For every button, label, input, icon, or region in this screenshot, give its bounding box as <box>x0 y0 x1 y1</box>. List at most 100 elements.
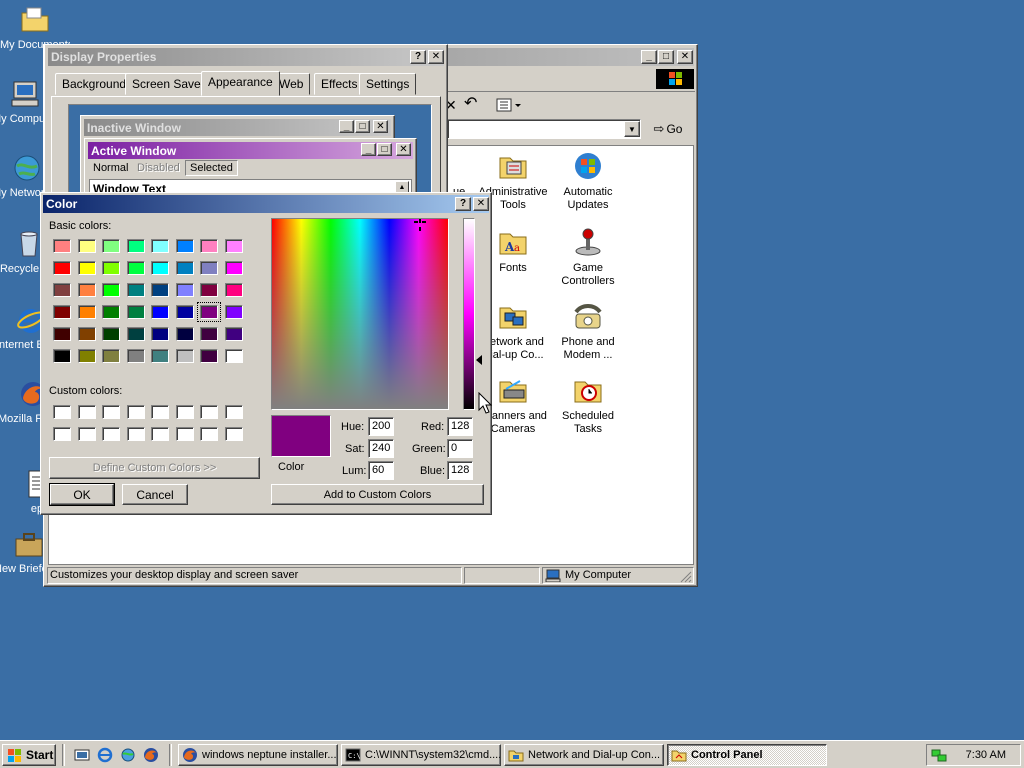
custom-color-swatch[interactable] <box>53 427 71 441</box>
close-button[interactable]: ✕ <box>428 50 444 64</box>
custom-color-swatch[interactable] <box>151 405 169 419</box>
basic-color-swatch[interactable] <box>175 349 194 363</box>
basic-color-swatch[interactable] <box>175 305 194 319</box>
basic-color-swatch[interactable] <box>151 261 169 275</box>
basic-color-swatch[interactable] <box>224 239 243 253</box>
custom-color-swatch[interactable] <box>53 405 71 419</box>
address-input[interactable] <box>447 119 641 139</box>
basic-color-swatch[interactable] <box>126 261 145 275</box>
task-button-cmd[interactable]: C:\ C:\WINNT\system32\cmd.... <box>341 744 501 766</box>
basic-color-swatch[interactable] <box>102 261 120 275</box>
display-properties-titlebar[interactable]: Display Properties <box>48 48 444 66</box>
basic-color-swatch[interactable] <box>126 239 145 253</box>
custom-color-swatch[interactable] <box>77 405 96 419</box>
basic-color-swatch[interactable] <box>126 349 145 363</box>
basic-color-swatch[interactable] <box>102 327 120 341</box>
add-to-custom-colors-button[interactable]: Add to Custom Colors <box>271 484 484 505</box>
custom-color-swatch[interactable] <box>224 427 243 441</box>
custom-color-swatch[interactable] <box>126 405 145 419</box>
green-input[interactable]: 0 <box>447 439 473 458</box>
basic-color-swatch[interactable] <box>151 327 169 341</box>
basic-color-swatch[interactable] <box>224 305 243 319</box>
sat-input[interactable]: 240 <box>368 439 394 458</box>
basic-color-swatch[interactable] <box>224 283 243 297</box>
luminance-slider-arrow-icon[interactable] <box>475 355 483 365</box>
basic-color-swatch[interactable] <box>126 305 145 319</box>
resize-grip-icon[interactable] <box>678 569 692 583</box>
custom-color-swatch[interactable] <box>77 427 96 441</box>
color-dialog[interactable]: Color ? ✕ Basic colors: Custom colors: D… <box>40 192 492 515</box>
tab-settings[interactable]: Settings <box>359 73 417 95</box>
task-button-neptune-installer[interactable]: windows neptune installer... <box>178 744 338 766</box>
basic-color-swatch[interactable] <box>200 349 218 363</box>
basic-color-swatch[interactable] <box>77 261 96 275</box>
close-button[interactable]: ✕ <box>677 50 693 64</box>
start-button[interactable]: Start <box>2 744 56 766</box>
basic-color-swatch[interactable] <box>53 283 71 297</box>
basic-color-swatch[interactable] <box>77 327 96 341</box>
custom-color-swatch[interactable] <box>175 405 194 419</box>
basic-color-swatch[interactable] <box>102 305 120 319</box>
basic-color-swatch[interactable] <box>126 327 145 341</box>
basic-color-swatch[interactable] <box>151 349 169 363</box>
network-tray-icon[interactable] <box>931 747 947 763</box>
cp-icon-scheduled-tasks[interactable]: Scheduled Tasks <box>548 374 628 436</box>
basic-color-swatch[interactable] <box>200 239 218 253</box>
tab-background[interactable]: Background <box>55 73 134 95</box>
basic-color-swatch[interactable] <box>175 327 194 341</box>
basic-color-swatch[interactable] <box>224 327 243 341</box>
custom-color-swatch[interactable] <box>200 405 218 419</box>
basic-color-swatch[interactable] <box>77 239 96 253</box>
basic-color-swatch[interactable] <box>53 327 71 341</box>
basic-color-swatch[interactable] <box>102 283 120 297</box>
define-custom-colors-button[interactable]: Define Custom Colors >> <box>49 457 260 479</box>
basic-color-swatch[interactable] <box>151 305 169 319</box>
cancel-button[interactable]: Cancel <box>122 484 188 505</box>
basic-color-swatch[interactable] <box>102 239 120 253</box>
basic-color-swatch[interactable] <box>175 261 194 275</box>
basic-color-swatch[interactable] <box>200 283 218 297</box>
custom-color-swatch[interactable] <box>126 427 145 441</box>
clock[interactable]: 7:30 AM <box>966 749 1006 761</box>
basic-color-swatch[interactable] <box>151 283 169 297</box>
basic-color-swatch[interactable] <box>175 239 194 253</box>
tab-appearance[interactable]: Appearance <box>201 71 280 96</box>
basic-color-swatch[interactable] <box>151 239 169 253</box>
cp-icon-automatic-updates[interactable]: Automatic Updates <box>548 150 628 212</box>
undo-icon[interactable]: ↶ <box>464 95 482 113</box>
custom-color-swatch[interactable] <box>200 427 218 441</box>
cp-icon-phone-modem[interactable]: Phone and Modem ... <box>548 300 628 362</box>
basic-color-swatch[interactable] <box>77 305 96 319</box>
quick-launch-ie-icon[interactable] <box>97 747 113 763</box>
lum-input[interactable]: 60 <box>368 461 394 480</box>
task-button-network-dialup[interactable]: Network and Dial-up Con... <box>504 744 664 766</box>
quick-launch-firefox-icon[interactable] <box>143 747 159 763</box>
basic-color-swatch[interactable] <box>200 261 218 275</box>
custom-color-swatch[interactable] <box>102 405 120 419</box>
basic-color-swatch[interactable] <box>224 261 243 275</box>
basic-color-swatch[interactable] <box>53 239 71 253</box>
help-button[interactable]: ? <box>455 197 471 211</box>
help-button[interactable]: ? <box>410 50 426 64</box>
cp-icon-game-controllers[interactable]: Game Controllers <box>548 226 628 288</box>
red-input[interactable]: 128 <box>447 417 473 436</box>
basic-color-swatch[interactable] <box>224 349 243 363</box>
custom-color-swatch[interactable] <box>224 405 243 419</box>
luminance-bar[interactable] <box>463 218 475 410</box>
ok-button[interactable]: OK <box>49 483 115 506</box>
basic-color-swatch[interactable] <box>175 283 194 297</box>
color-spectrum[interactable] <box>271 218 449 410</box>
minimize-button[interactable]: _ <box>641 50 657 64</box>
quick-launch-desktop-icon[interactable] <box>74 747 90 763</box>
close-button[interactable]: ✕ <box>473 197 489 211</box>
custom-color-swatch[interactable] <box>151 427 169 441</box>
quick-launch-outlook-icon[interactable] <box>120 747 136 763</box>
tab-screen-saver[interactable]: Screen Saver <box>125 73 212 95</box>
basic-color-swatch[interactable] <box>53 349 71 363</box>
basic-color-swatch[interactable] <box>197 302 221 322</box>
blue-input[interactable]: 128 <box>447 461 473 480</box>
maximize-button[interactable]: □ <box>658 50 674 64</box>
basic-color-swatch[interactable] <box>200 327 218 341</box>
basic-color-swatch[interactable] <box>102 349 120 363</box>
custom-color-swatch[interactable] <box>102 427 120 441</box>
